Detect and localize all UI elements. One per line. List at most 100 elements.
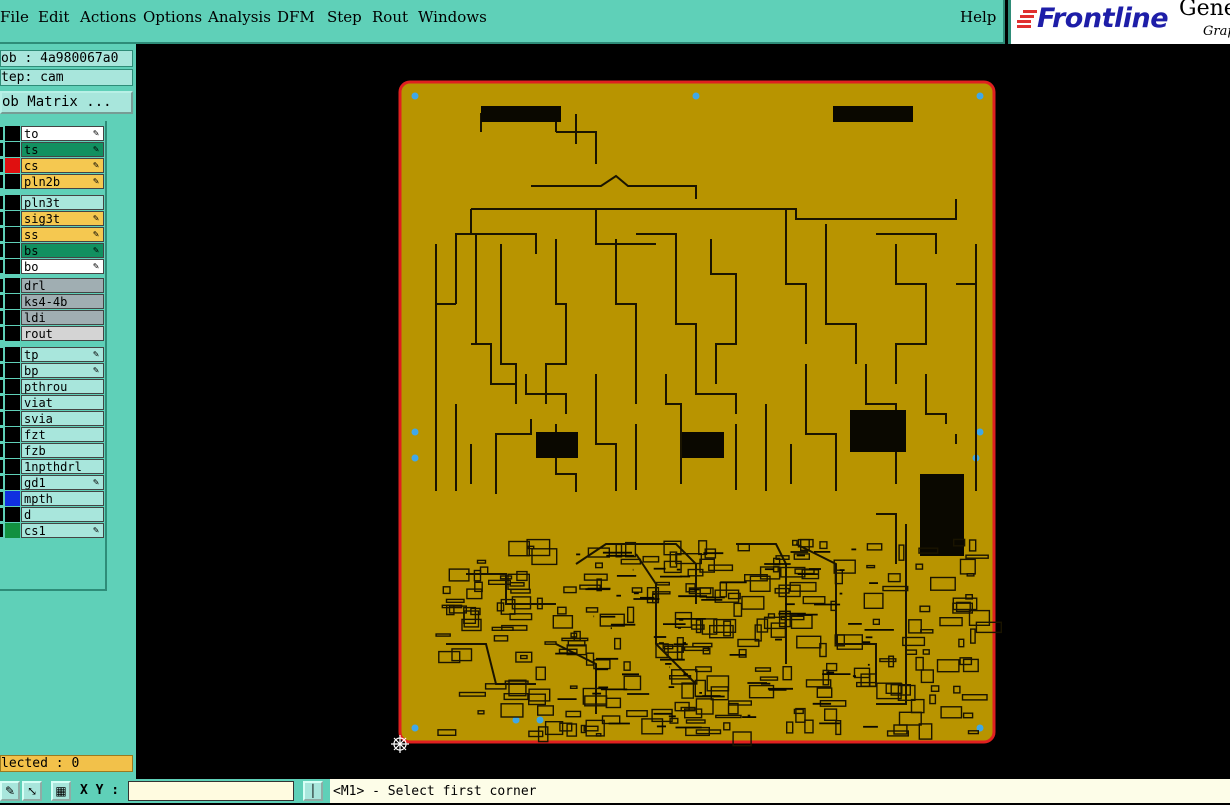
pen-icon[interactable]: ✎: [0, 781, 20, 801]
layer-color-swatch[interactable]: [5, 459, 20, 474]
layer-name[interactable]: ss ✎: [21, 227, 104, 242]
layer-row-d[interactable]: d: [0, 507, 105, 522]
layer-color-swatch[interactable]: [5, 278, 20, 293]
layer-checkbox[interactable]: [0, 175, 3, 188]
layer-name[interactable]: bo ✎: [21, 259, 104, 274]
layer-checkbox[interactable]: [0, 412, 3, 425]
layer-checkbox[interactable]: [0, 492, 3, 505]
layer-row-svia[interactable]: svia: [0, 411, 105, 426]
layer-color-swatch[interactable]: [5, 243, 20, 258]
layer-color-swatch[interactable]: [5, 475, 20, 490]
layer-row-gd1[interactable]: gd1 ✎: [0, 475, 105, 490]
layer-row-drl[interactable]: drl: [0, 278, 105, 293]
menu-windows[interactable]: Windows: [418, 8, 487, 26]
layer-name[interactable]: rout: [21, 326, 104, 341]
layer-color-swatch[interactable]: [5, 259, 20, 274]
layer-color-swatch[interactable]: [5, 195, 20, 210]
layer-row-fzt[interactable]: fzt: [0, 427, 105, 442]
layer-row-bs[interactable]: bs ✎: [0, 243, 105, 258]
layer-row-bp[interactable]: bp ✎: [0, 363, 105, 378]
layer-name[interactable]: 1npthdrl: [21, 459, 104, 474]
layer-checkbox[interactable]: [0, 143, 3, 156]
layer-row-pln2b[interactable]: pln2b ✎: [0, 174, 105, 189]
layer-color-swatch[interactable]: [5, 379, 20, 394]
layer-name[interactable]: svia: [21, 411, 104, 426]
layer-name[interactable]: gd1 ✎: [21, 475, 104, 490]
layer-checkbox[interactable]: [0, 524, 3, 537]
layer-checkbox[interactable]: [0, 228, 3, 241]
layer-row-pthrou[interactable]: pthrou: [0, 379, 105, 394]
layer-row-ldi[interactable]: ldi: [0, 310, 105, 325]
pan-icon[interactable]: │: [303, 781, 323, 801]
layer-row-to[interactable]: to ✎: [0, 126, 105, 141]
layer-color-swatch[interactable]: [5, 294, 20, 309]
layer-name[interactable]: fzb: [21, 443, 104, 458]
layer-row-viat[interactable]: viat: [0, 395, 105, 410]
menu-step[interactable]: Step: [327, 8, 362, 26]
layer-name[interactable]: to ✎: [21, 126, 104, 141]
layer-row-ts[interactable]: ts ✎: [0, 142, 105, 157]
layer-color-swatch[interactable]: [5, 326, 20, 341]
layer-color-swatch[interactable]: [5, 211, 20, 226]
layer-name[interactable]: ks4-4b: [21, 294, 104, 309]
layer-checkbox[interactable]: [0, 295, 3, 308]
layer-row-tp[interactable]: tp ✎: [0, 347, 105, 362]
layer-checkbox[interactable]: [0, 196, 3, 209]
layer-row-cs1[interactable]: cs1 ✎: [0, 523, 105, 538]
layer-color-swatch[interactable]: [5, 411, 20, 426]
layer-name[interactable]: bs ✎: [21, 243, 104, 258]
layer-checkbox[interactable]: [0, 311, 3, 324]
layer-checkbox[interactable]: [0, 260, 3, 273]
layer-checkbox[interactable]: [0, 279, 3, 292]
layer-name[interactable]: pln2b ✎: [21, 174, 104, 189]
layer-color-swatch[interactable]: [5, 491, 20, 506]
layer-name[interactable]: cs1 ✎: [21, 523, 104, 538]
layer-name[interactable]: cs ✎: [21, 158, 104, 173]
layer-color-swatch[interactable]: [5, 158, 20, 173]
layer-color-swatch[interactable]: [5, 347, 20, 362]
layer-color-swatch[interactable]: [5, 507, 20, 522]
pcb-board[interactable]: [136, 44, 1230, 779]
layer-checkbox[interactable]: [0, 428, 3, 441]
layer-checkbox[interactable]: [0, 460, 3, 473]
layer-name[interactable]: ts ✎: [21, 142, 104, 157]
menu-options[interactable]: Options: [143, 8, 202, 26]
layer-checkbox[interactable]: [0, 364, 3, 377]
layer-row-cs[interactable]: cs ✎: [0, 158, 105, 173]
job-matrix-button[interactable]: ob Matrix ...: [0, 91, 133, 114]
layer-checkbox[interactable]: [0, 127, 3, 140]
layer-row-rout[interactable]: rout: [0, 326, 105, 341]
layer-color-swatch[interactable]: [5, 310, 20, 325]
layer-checkbox[interactable]: [0, 244, 3, 257]
layer-row-1npthdrl[interactable]: 1npthdrl: [0, 459, 105, 474]
layer-color-swatch[interactable]: [5, 427, 20, 442]
layer-row-bo[interactable]: bo ✎: [0, 259, 105, 274]
layer-checkbox[interactable]: [0, 476, 3, 489]
xy-coordinate-input[interactable]: [128, 781, 294, 801]
layer-checkbox[interactable]: [0, 212, 3, 225]
layer-name[interactable]: bp ✎: [21, 363, 104, 378]
layer-name[interactable]: sig3t ✎: [21, 211, 104, 226]
layer-name[interactable]: tp ✎: [21, 347, 104, 362]
layer-row-ks4-4b[interactable]: ks4-4b: [0, 294, 105, 309]
menu-edit[interactable]: Edit: [38, 8, 69, 26]
menu-rout[interactable]: Rout: [372, 8, 408, 26]
layer-name[interactable]: viat: [21, 395, 104, 410]
layer-checkbox[interactable]: [0, 159, 3, 172]
layer-name[interactable]: pthrou: [21, 379, 104, 394]
layer-name[interactable]: d: [21, 507, 104, 522]
layer-row-pln3t[interactable]: pln3t: [0, 195, 105, 210]
layer-checkbox[interactable]: [0, 444, 3, 457]
menu-dfm[interactable]: DFM: [277, 8, 315, 26]
layer-color-swatch[interactable]: [5, 395, 20, 410]
layer-checkbox[interactable]: [0, 327, 3, 340]
layer-row-ss[interactable]: ss ✎: [0, 227, 105, 242]
layer-color-swatch[interactable]: [5, 363, 20, 378]
layer-color-swatch[interactable]: [5, 126, 20, 141]
grid-icon[interactable]: ▦: [51, 781, 71, 801]
layer-checkbox[interactable]: [0, 396, 3, 409]
layer-row-fzb[interactable]: fzb: [0, 443, 105, 458]
zoom-icon[interactable]: ⤡: [22, 781, 42, 801]
layer-color-swatch[interactable]: [5, 443, 20, 458]
menu-analysis[interactable]: Analysis: [208, 8, 271, 26]
